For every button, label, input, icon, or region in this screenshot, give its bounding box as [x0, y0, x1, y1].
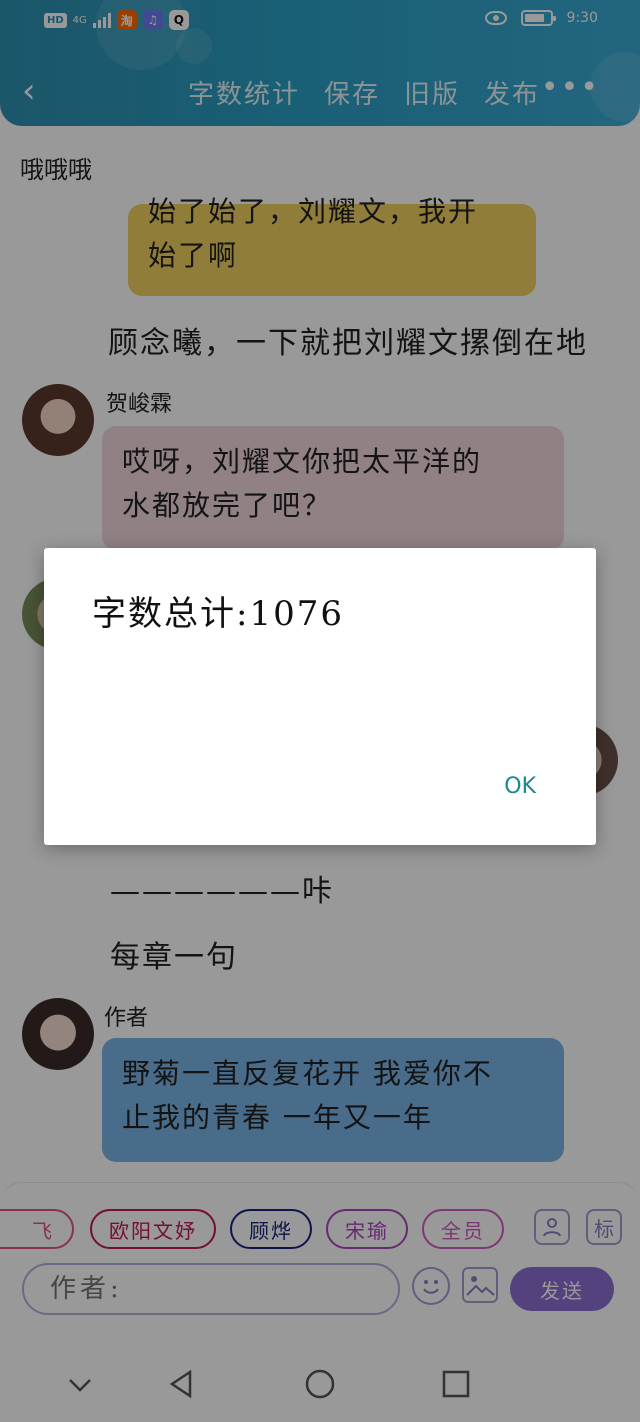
dialog-message: 字数总计:1076	[92, 594, 344, 634]
ok-button[interactable]: OK	[504, 774, 536, 799]
word-count-dialog: 字数总计:1076 OK	[44, 548, 596, 845]
